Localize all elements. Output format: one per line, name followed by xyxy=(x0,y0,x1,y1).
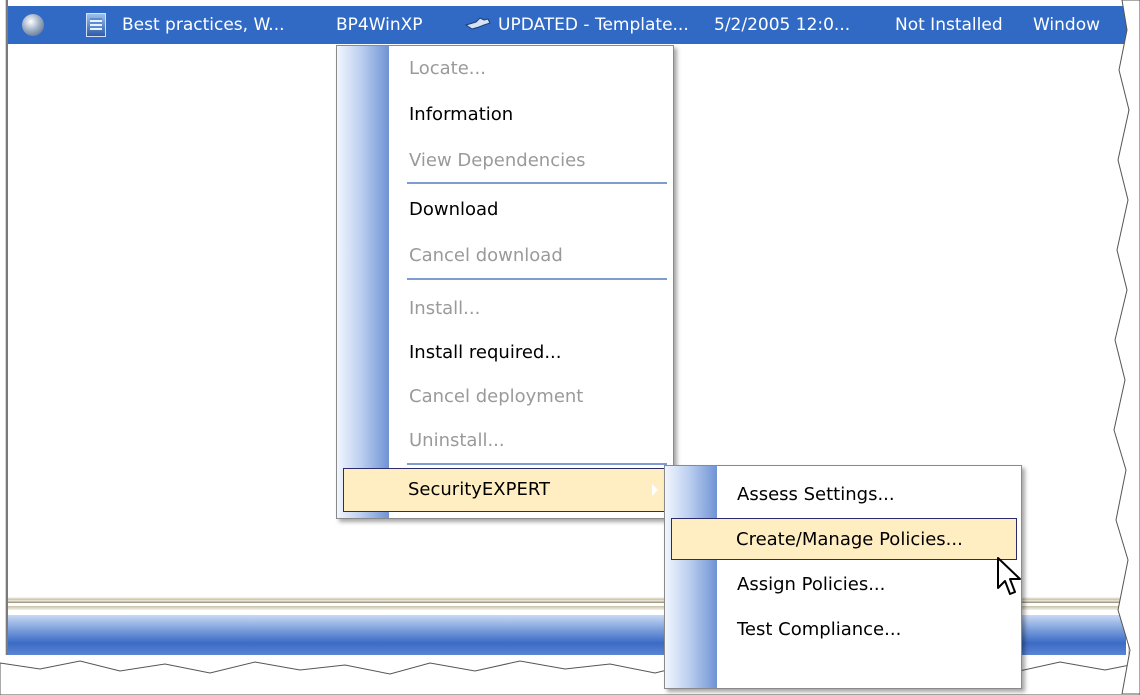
menu-item-download[interactable]: Download xyxy=(337,187,673,233)
tool-icon xyxy=(464,17,491,30)
torn-edge-right xyxy=(1113,0,1140,694)
mouse-pointer-icon xyxy=(997,557,1021,595)
menu-separator xyxy=(407,182,667,184)
row-installed: Not Installed xyxy=(895,15,1003,35)
menu-item-locate[interactable]: Locate... xyxy=(337,46,673,92)
securityexpert-submenu: Assess Settings... Create/Manage Policie… xyxy=(664,465,1022,689)
menu-item-view-dependencies[interactable]: View Dependencies xyxy=(337,138,673,184)
submenu-item-assign-policies[interactable]: Assign Policies... xyxy=(665,562,1021,608)
row-id: BP4WinXP xyxy=(336,15,423,35)
status-orb-icon xyxy=(22,14,44,36)
row-date: 5/2/2005 12:0... xyxy=(714,15,851,35)
menu-item-securityexpert[interactable]: SecurityEXPERT xyxy=(343,468,667,512)
menu-item-information[interactable]: Information xyxy=(337,92,673,138)
selected-list-row[interactable]: Best practices, W... BP4WinXP UPDATED - … xyxy=(8,6,1128,44)
submenu-item-create-manage-policies[interactable]: Create/Manage Policies... xyxy=(671,518,1017,560)
submenu-item-assess-settings[interactable]: Assess Settings... xyxy=(665,472,1021,518)
menu-separator xyxy=(407,463,667,465)
menu-item-cancel-deployment[interactable]: Cancel deployment xyxy=(337,374,673,420)
submenu-arrow-icon xyxy=(652,484,658,496)
menu-item-uninstall[interactable]: Uninstall... xyxy=(337,418,673,464)
menu-separator xyxy=(407,278,667,280)
row-status: UPDATED - Template... xyxy=(498,15,689,35)
context-menu: Locate... Information View Dependencies … xyxy=(336,45,674,519)
template-document-icon xyxy=(86,13,106,37)
submenu-item-test-compliance[interactable]: Test Compliance... xyxy=(665,607,1021,653)
row-platform: Window xyxy=(1033,15,1101,35)
menu-item-install[interactable]: Install... xyxy=(337,286,673,332)
menu-item-install-required[interactable]: Install required... xyxy=(337,330,673,376)
menu-item-cancel-download[interactable]: Cancel download xyxy=(337,233,673,279)
row-name: Best practices, W... xyxy=(122,15,285,35)
